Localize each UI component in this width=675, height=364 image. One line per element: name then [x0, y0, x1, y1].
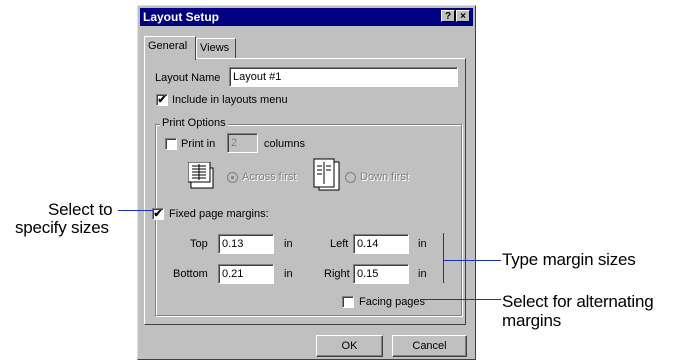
callout-type-margin-sizes: Type margin sizes [502, 250, 636, 269]
ok-button[interactable]: OK [316, 335, 383, 357]
layout-name-label: Layout Name [155, 72, 221, 84]
tab-views[interactable]: Views [196, 38, 236, 58]
columns-label: columns [264, 138, 305, 150]
tab-views-label: Views [200, 42, 230, 54]
left-margin-input[interactable]: 0.14 [353, 234, 409, 254]
include-in-layouts-checkbox[interactable]: ✔ [156, 94, 168, 106]
callout-line-margin-bracket [443, 233, 444, 283]
right-margin-input[interactable]: 0.15 [353, 264, 409, 284]
print-in-label: Print in [181, 138, 216, 150]
top-margin-label: Top [190, 238, 208, 250]
callout-line-margin-sizes [444, 260, 501, 261]
tab-general[interactable]: General [144, 36, 196, 60]
callout-margins: margins [502, 311, 562, 330]
down-first-radio[interactable] [345, 172, 356, 183]
facing-pages-label: Facing pages [359, 296, 426, 308]
cancel-button[interactable]: Cancel [392, 335, 467, 357]
title-bar: Layout Setup ? × [140, 8, 473, 26]
left-margin-label: Left [330, 238, 349, 250]
down-first-label: Down first [360, 171, 409, 183]
bottom-margin-unit: in [284, 268, 293, 280]
facing-pages-checkbox[interactable] [342, 296, 354, 308]
include-in-layouts-label: Include in layouts menu [172, 94, 288, 106]
callout-line-fixed-margins [118, 210, 154, 211]
layout-name-input[interactable]: Layout #1 [229, 67, 458, 87]
down-first-icon [313, 158, 340, 191]
tab-general-label: General [148, 40, 188, 52]
bottom-margin-label: Bottom [173, 268, 208, 280]
across-first-icon [188, 162, 214, 189]
across-first-radio[interactable] [227, 172, 238, 183]
help-button[interactable]: ? [441, 10, 455, 22]
right-margin-unit: in [418, 268, 427, 280]
print-options-title: Print Options [160, 117, 228, 130]
callout-select-to: Select to [48, 200, 113, 219]
columns-input[interactable]: 2 [227, 133, 258, 153]
layout-setup-dialog: Layout Setup ? × General Views Layout Na… [137, 5, 476, 360]
left-margin-unit: in [418, 238, 427, 250]
top-margin-input[interactable]: 0.13 [218, 234, 274, 254]
across-first-label: Across first [242, 171, 297, 183]
fixed-page-margins-label: Fixed page margins: [169, 208, 269, 220]
close-button[interactable]: × [456, 10, 470, 22]
callout-select-alternating: Select for alternating [502, 292, 654, 311]
dialog-title: Layout Setup [143, 10, 220, 24]
callout-line-facing-pages [420, 299, 501, 300]
top-margin-unit: in [284, 238, 293, 250]
right-margin-label: Right [324, 268, 350, 280]
print-in-checkbox[interactable] [165, 138, 177, 150]
callout-specify-sizes: specify sizes [15, 218, 109, 237]
bottom-margin-input[interactable]: 0.21 [218, 264, 274, 284]
